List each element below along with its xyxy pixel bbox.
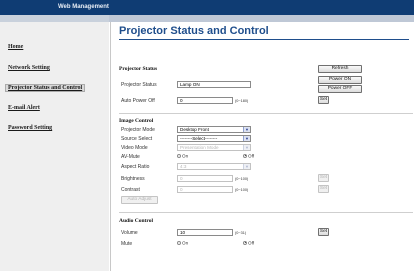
brightness-label: Brightness [121,176,145,182]
auto-power-off-label: Auto Power Off [121,98,155,104]
header-bar: Web Management [0,0,414,22]
section-divider [119,113,413,114]
sidebar-item-password-setting[interactable]: Password Setting [8,125,52,131]
radio-selected-icon [243,240,247,245]
main-content: Projector Status and Control Projector S… [110,22,414,271]
brightness-input[interactable]: 0 [177,175,233,182]
video-mode-select[interactable]: Presentation Mode ▼ [177,144,251,151]
radio-off-icon [177,153,181,158]
av-mute-label: AV-Mute [121,154,140,160]
sidebar: Home Network Setting Projector Status an… [0,22,109,271]
auto-power-off-range: (0~180) [235,99,249,103]
chevron-down-icon: ▼ [243,145,250,150]
volume-input[interactable]: 10 [177,229,233,236]
av-mute-off-radio[interactable]: Off [243,153,254,158]
source-select-label: Source Select [121,136,153,142]
av-mute-on-radio[interactable]: On [177,153,188,158]
refresh-button[interactable]: Refresh [318,65,362,73]
mute-off-radio[interactable]: Off [243,240,254,245]
brightness-range: (0~100) [235,177,249,181]
contrast-range: (0~100) [235,188,249,192]
volume-set-button[interactable]: Set [318,228,329,236]
audio-control-heading: Audio Control [119,218,153,224]
chevron-down-icon: ▼ [243,136,250,141]
volume-range: (0~31) [235,231,247,235]
sidebar-item-projector-status-control[interactable]: Projector Status and Control [4,84,86,92]
projector-mode-label: Projector Mode [121,127,155,133]
projector-status-field[interactable]: Lamp ON [177,81,251,88]
av-mute-off-label: Off [248,153,255,159]
contrast-label: Contrast [121,187,140,193]
projector-status-heading: Projector Status [119,66,158,72]
aspect-ratio-value: 4:3 [180,164,187,169]
source-select[interactable]: --------Select-------- ▼ [177,135,251,142]
image-control-heading: Image Control [119,118,154,124]
volume-label: Volume [121,230,138,236]
app-title: Web Management [58,4,109,10]
projector-mode-value: Desktop Front [180,127,209,132]
title-divider [119,39,409,40]
aspect-ratio-select[interactable]: 4:3 ▼ [177,163,251,170]
power-on-button[interactable]: Power ON [318,76,362,84]
source-select-value: --------Select-------- [180,136,218,141]
auto-power-off-input[interactable]: 0 [177,97,233,104]
av-mute-on-label: On [182,153,189,159]
aspect-ratio-label: Aspect Ratio [121,164,150,170]
mute-on-label: On [182,240,189,246]
sidebar-item-email-alert[interactable]: E-mail Alert [8,105,40,111]
mute-label: Mute [121,241,133,247]
auto-adjust-button[interactable]: Auto Adjust [121,196,158,204]
projector-status-label: Projector Status [121,82,157,88]
auto-power-off-set-button[interactable]: Set [318,96,329,104]
contrast-input[interactable]: 0 [177,186,233,193]
section-divider [119,212,413,213]
chevron-down-icon: ▼ [243,127,250,132]
power-off-button[interactable]: Power OFF [318,85,362,93]
sidebar-item-network-setting[interactable]: Network Setting [8,65,50,71]
sidebar-item-home[interactable]: Home [8,44,23,50]
mute-on-radio[interactable]: On [177,240,188,245]
projector-mode-select[interactable]: Desktop Front ▼ [177,126,251,133]
mute-off-label: Off [248,240,255,246]
radio-off-icon [177,240,181,245]
chevron-down-icon: ▼ [243,164,250,169]
video-mode-value: Presentation Mode [180,145,219,150]
radio-selected-icon [243,153,247,158]
video-mode-label: Video Mode [121,145,148,151]
page-title: Projector Status and Control [119,25,269,37]
contrast-set-button[interactable]: Set [318,185,329,193]
brightness-set-button[interactable]: Set [318,174,329,182]
